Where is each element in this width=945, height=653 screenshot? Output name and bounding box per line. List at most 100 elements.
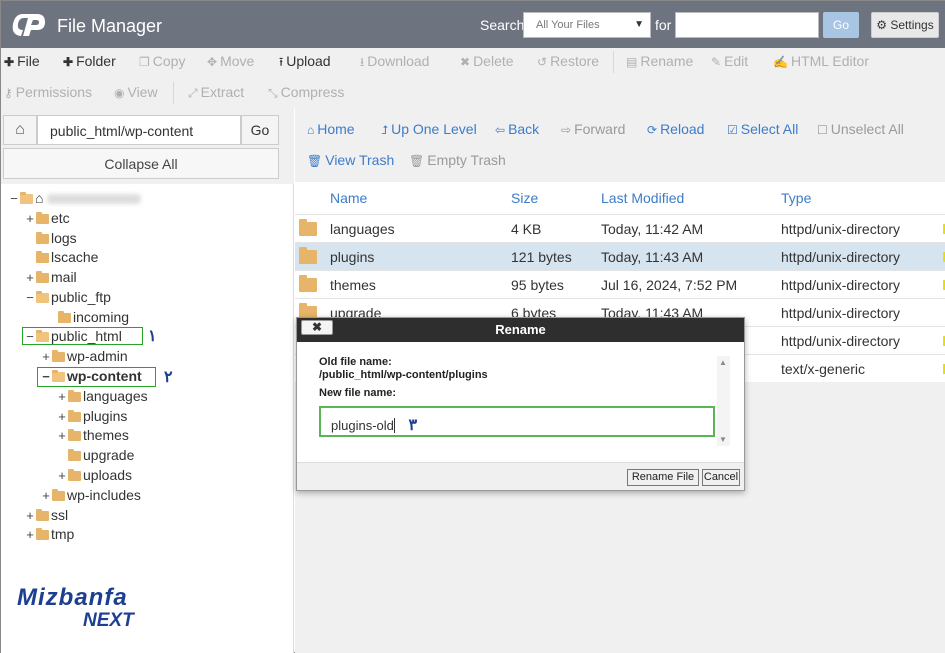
home-link[interactable]: ⌂ Home bbox=[307, 121, 355, 137]
select-all-link[interactable]: ☑ Select All bbox=[727, 121, 798, 137]
expand-toggle[interactable]: + bbox=[41, 487, 51, 505]
settings-button[interactable]: ⚙ Settings bbox=[871, 12, 939, 38]
table-row[interactable]: languages 4 KB Today, 11:42 AM httpd/uni… bbox=[295, 214, 945, 242]
expand-icon: ⤢ bbox=[188, 86, 198, 100]
column-header-size[interactable]: Size bbox=[511, 190, 538, 206]
move-button[interactable]: ✥ Move bbox=[207, 53, 254, 69]
table-row[interactable]: themes 95 bytes Jul 16, 2024, 7:52 PM ht… bbox=[295, 270, 945, 298]
move-icon: ✥ bbox=[207, 55, 218, 69]
cell-type: text/x-generic bbox=[781, 361, 866, 377]
collapse-all-button[interactable]: Collapse All bbox=[3, 148, 279, 179]
upload-label: Upload bbox=[286, 53, 331, 69]
tree-item-logs[interactable]: logs bbox=[25, 229, 77, 247]
folder-icon bbox=[36, 528, 49, 540]
folder-icon bbox=[36, 291, 49, 303]
gear-icon: ⚙ bbox=[876, 18, 888, 32]
scroll-down-icon[interactable]: ▼ bbox=[719, 435, 727, 444]
tree-item-etc[interactable]: + etc bbox=[25, 209, 69, 228]
copy-icon: ❐ bbox=[139, 55, 150, 69]
tree-item-ssl[interactable]: + ssl bbox=[25, 506, 68, 524]
tree-root[interactable]: − ⌂ bbox=[9, 189, 142, 208]
expand-toggle[interactable]: + bbox=[57, 427, 67, 445]
search-input[interactable] bbox=[675, 12, 819, 38]
tree-label: mail bbox=[51, 269, 77, 285]
column-header-type[interactable]: Type bbox=[781, 190, 811, 206]
tree-item-plugins[interactable]: + plugins bbox=[57, 407, 127, 425]
expand-toggle[interactable]: + bbox=[25, 210, 35, 228]
tree-item-public-ftp[interactable]: − public_ftp bbox=[25, 288, 111, 306]
expand-toggle[interactable]: + bbox=[57, 467, 67, 485]
tree-item-uploads[interactable]: + uploads bbox=[57, 466, 132, 484]
close-icon[interactable]: ✖ bbox=[301, 320, 333, 335]
reload-link[interactable]: ⟳ Reload bbox=[647, 121, 704, 137]
folder-icon bbox=[36, 251, 49, 263]
cancel-button[interactable]: Cancel bbox=[702, 469, 740, 486]
dialog-title-bar: Rename ✖ bbox=[297, 318, 744, 342]
rename-button[interactable]: ▤ Rename bbox=[626, 53, 693, 69]
compress-label: Compress bbox=[280, 84, 345, 100]
blurred-home-path bbox=[47, 194, 142, 205]
delete-button[interactable]: ✖ Delete bbox=[460, 53, 514, 69]
collapse-toggle[interactable]: − bbox=[25, 289, 35, 307]
view-button[interactable]: ◉ View bbox=[114, 84, 158, 100]
view-trash-link[interactable]: 🗑 View Trash bbox=[307, 152, 394, 168]
dialog-scrollbar[interactable]: ▲ ▼ bbox=[717, 356, 730, 446]
column-header-name[interactable]: Name bbox=[330, 190, 367, 206]
checkbox-icon: ☐ bbox=[817, 123, 828, 137]
cell-modified: Today, 11:43 AM bbox=[601, 249, 704, 265]
tree-item-wp-admin[interactable]: + wp-admin bbox=[41, 347, 128, 365]
html-editor-button[interactable]: ✍ HTML Editor bbox=[773, 53, 869, 69]
view-label: View bbox=[127, 84, 158, 100]
tree-label: wp-admin bbox=[67, 348, 128, 364]
path-input[interactable]: public_html/wp-content bbox=[37, 115, 241, 145]
forward-link[interactable]: ⇨ Forward bbox=[561, 121, 625, 137]
restore-button[interactable]: ↺ Restore bbox=[537, 53, 599, 69]
new-file-button[interactable]: ✚ File bbox=[4, 53, 40, 69]
up-one-level-link[interactable]: ⮥ Up One Level bbox=[381, 121, 477, 138]
delete-label: Delete bbox=[473, 53, 514, 69]
tree-item-upgrade[interactable]: upgrade bbox=[67, 446, 134, 464]
copy-button[interactable]: ❐ Copy bbox=[139, 53, 185, 69]
search-scope-value: All Your Files bbox=[536, 19, 600, 31]
toolbar: ✚ File ✚ Folder ❐ Copy ✥ Move ⭱ Upload ⭳ Downl… bbox=[1, 48, 945, 108]
collapse-toggle[interactable]: − bbox=[9, 190, 19, 208]
back-link[interactable]: ⇦ Back bbox=[495, 121, 539, 137]
upload-button[interactable]: ⭱ Upload bbox=[279, 53, 331, 74]
expand-toggle[interactable]: + bbox=[57, 408, 67, 426]
tree-item-mail[interactable]: + mail bbox=[25, 268, 77, 287]
expand-toggle[interactable]: + bbox=[25, 526, 35, 544]
tree-item-themes[interactable]: + themes bbox=[57, 426, 129, 444]
rename-file-button[interactable]: Rename File bbox=[627, 469, 699, 486]
trash-icon: 🗑 bbox=[409, 154, 425, 168]
permissions-button[interactable]: ⚷ Permissions bbox=[4, 84, 92, 100]
expand-toggle[interactable]: + bbox=[57, 388, 67, 406]
column-header-modified[interactable]: Last Modified bbox=[601, 190, 684, 206]
extract-button[interactable]: ⤢ Extract bbox=[188, 84, 244, 101]
download-button[interactable]: ⭳ Download bbox=[360, 53, 429, 74]
tree-item-tmp[interactable]: + tmp bbox=[25, 525, 74, 543]
search-scope-select[interactable]: All Your Files ▼ bbox=[523, 12, 651, 38]
new-file-name-input[interactable]: plugins-old ٣ bbox=[319, 406, 715, 437]
compress-button[interactable]: ⤡ Compress bbox=[268, 84, 344, 101]
folder-icon bbox=[68, 429, 81, 441]
edit-button[interactable]: ✎ Edit bbox=[711, 53, 748, 69]
tree-item-wp-includes[interactable]: + wp-includes bbox=[41, 486, 141, 504]
expand-toggle[interactable]: + bbox=[25, 507, 35, 525]
search-go-button[interactable]: Go bbox=[823, 12, 859, 38]
folder-icon bbox=[68, 449, 81, 461]
tree-item-incoming[interactable]: incoming bbox=[57, 308, 129, 326]
arrow-right-icon: ⇨ bbox=[561, 123, 572, 137]
tree-item-lscache[interactable]: lscache bbox=[25, 248, 98, 266]
scroll-up-icon[interactable]: ▲ bbox=[719, 358, 727, 367]
expand-toggle[interactable]: + bbox=[25, 269, 35, 287]
empty-trash-link[interactable]: 🗑 Empty Trash bbox=[409, 152, 506, 168]
table-row[interactable]: plugins 121 bytes Today, 11:43 AM httpd/… bbox=[295, 242, 945, 270]
dialog-footer: Rename File Cancel bbox=[297, 462, 744, 490]
unselect-all-link[interactable]: ☐ Unselect All bbox=[817, 121, 904, 137]
expand-toggle[interactable]: + bbox=[41, 348, 51, 366]
tree-item-languages[interactable]: + languages bbox=[57, 387, 147, 406]
home-icon[interactable]: ⌂ bbox=[3, 115, 37, 145]
tree-label: ssl bbox=[51, 507, 69, 523]
new-folder-button[interactable]: ✚ Folder bbox=[63, 53, 116, 69]
path-go-button[interactable]: Go bbox=[241, 115, 279, 145]
